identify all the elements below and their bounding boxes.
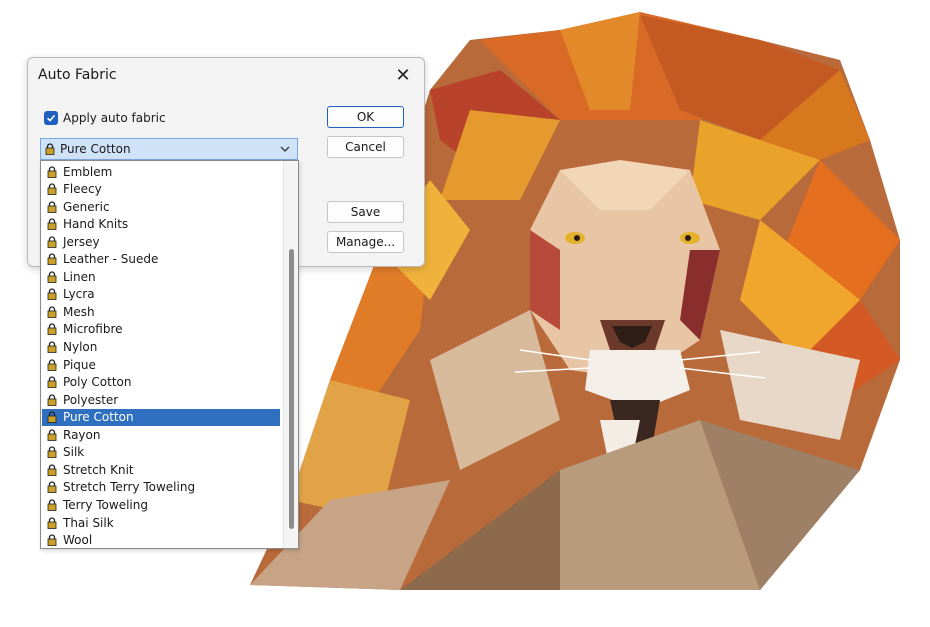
- list-item[interactable]: Stretch Terry Toweling: [42, 479, 280, 496]
- lock-icon: [47, 323, 57, 336]
- list-item-label: Mesh: [63, 304, 95, 319]
- apply-auto-fabric-checkbox[interactable]: Apply auto fabric: [44, 111, 166, 125]
- list-item[interactable]: Pique: [42, 356, 280, 373]
- lock-icon: [47, 306, 57, 318]
- dialog-titlebar: Auto Fabric ✕: [28, 58, 424, 92]
- chevron-down-icon[interactable]: [279, 143, 291, 155]
- lock-icon: [47, 376, 57, 388]
- list-item[interactable]: Hand Knits: [42, 216, 280, 233]
- list-item-label: Generic: [63, 199, 110, 214]
- close-icon[interactable]: ✕: [390, 64, 416, 86]
- list-item-label: Stretch Terry Toweling: [63, 480, 196, 495]
- list-item-label: Pure Cotton: [63, 410, 134, 425]
- lock-icon: [47, 253, 57, 266]
- lock-icon: [47, 464, 57, 476]
- list-item-label: Silk: [63, 445, 85, 460]
- list-item-label: Stretch Knit: [63, 462, 134, 477]
- list-item-label: Poly Cotton: [63, 375, 132, 390]
- lock-icon: [47, 429, 57, 441]
- list-item-label: Lycra: [63, 287, 95, 302]
- list-item-label: Nylon: [63, 340, 98, 354]
- list-item[interactable]: Poly Cotton: [42, 374, 280, 391]
- list-item[interactable]: Leather - Suede: [42, 251, 280, 268]
- lock-icon: [47, 499, 57, 511]
- lock-icon: [47, 411, 57, 424]
- fabric-combo[interactable]: Pure Cotton: [40, 138, 298, 160]
- dialog-title: Auto Fabric: [38, 67, 117, 83]
- cancel-button[interactable]: Cancel: [327, 136, 404, 158]
- lock-icon: [47, 200, 57, 213]
- manage-button[interactable]: Manage...: [327, 231, 404, 253]
- list-item[interactable]: Linen: [42, 268, 280, 285]
- lock-icon: [47, 358, 57, 371]
- list-item-label: Microfibre: [63, 322, 123, 337]
- list-item-label: Terry Toweling: [63, 497, 148, 512]
- list-item[interactable]: Pure Cotton: [42, 408, 280, 426]
- scrollbar-thumb[interactable]: [289, 249, 294, 529]
- list-item-label: Rayon: [63, 427, 101, 442]
- lock-icon: [45, 143, 55, 155]
- list-item-label: Emblem: [63, 164, 113, 179]
- lock-icon: [47, 236, 57, 248]
- list-item-label: Pique: [63, 357, 96, 372]
- list-item[interactable]: Mesh: [42, 303, 280, 320]
- lock-icon: [47, 394, 57, 406]
- save-button[interactable]: Save: [327, 201, 404, 223]
- lock-icon: [47, 446, 57, 459]
- list-item[interactable]: Emblem: [42, 163, 280, 180]
- lock-icon: [47, 516, 57, 529]
- lock-icon: [47, 165, 57, 178]
- list-item-label: Linen: [63, 269, 96, 284]
- fabric-dropdown-list[interactable]: Emblem Fleecy Generic Hand Knits Jersey Leath…: [40, 160, 299, 549]
- list-item-label: Polyester: [63, 392, 119, 407]
- lock-icon: [47, 183, 57, 195]
- lock-icon: [47, 271, 57, 283]
- list-item[interactable]: Fleecy: [42, 181, 280, 198]
- list-item-label: Hand Knits: [63, 217, 129, 232]
- list-item[interactable]: Nylon: [42, 339, 280, 356]
- combo-selected-text: Pure Cotton: [60, 142, 131, 156]
- list-item[interactable]: Wool: [42, 532, 280, 548]
- list-item[interactable]: Polyester: [42, 391, 280, 408]
- list-item[interactable]: Microfibre: [42, 321, 280, 338]
- list-item[interactable]: Thai Silk: [42, 514, 280, 531]
- list-item-label: Fleecy: [63, 182, 102, 197]
- lock-icon: [47, 534, 57, 546]
- list-item[interactable]: Rayon: [42, 426, 280, 443]
- lock-icon: [47, 481, 57, 494]
- checkbox-checked-icon[interactable]: [44, 111, 58, 125]
- lock-icon: [47, 218, 57, 231]
- checkbox-label: Apply auto fabric: [63, 111, 166, 125]
- list-item[interactable]: Terry Toweling: [42, 496, 280, 513]
- list-item[interactable]: Jersey: [42, 233, 280, 250]
- list-item-label: Thai Silk: [63, 515, 114, 530]
- list-item-label: Jersey: [63, 234, 100, 249]
- list-item-label: Leather - Suede: [63, 252, 159, 267]
- lock-icon: [47, 288, 57, 301]
- list-item[interactable]: Stretch Knit: [42, 461, 280, 478]
- lock-icon: [47, 341, 57, 353]
- list-item-label: Wool: [63, 533, 93, 548]
- list-item[interactable]: Lycra: [42, 286, 280, 303]
- ok-button[interactable]: OK: [327, 106, 404, 128]
- list-item[interactable]: Silk: [42, 444, 280, 461]
- list-item[interactable]: Generic: [42, 198, 280, 215]
